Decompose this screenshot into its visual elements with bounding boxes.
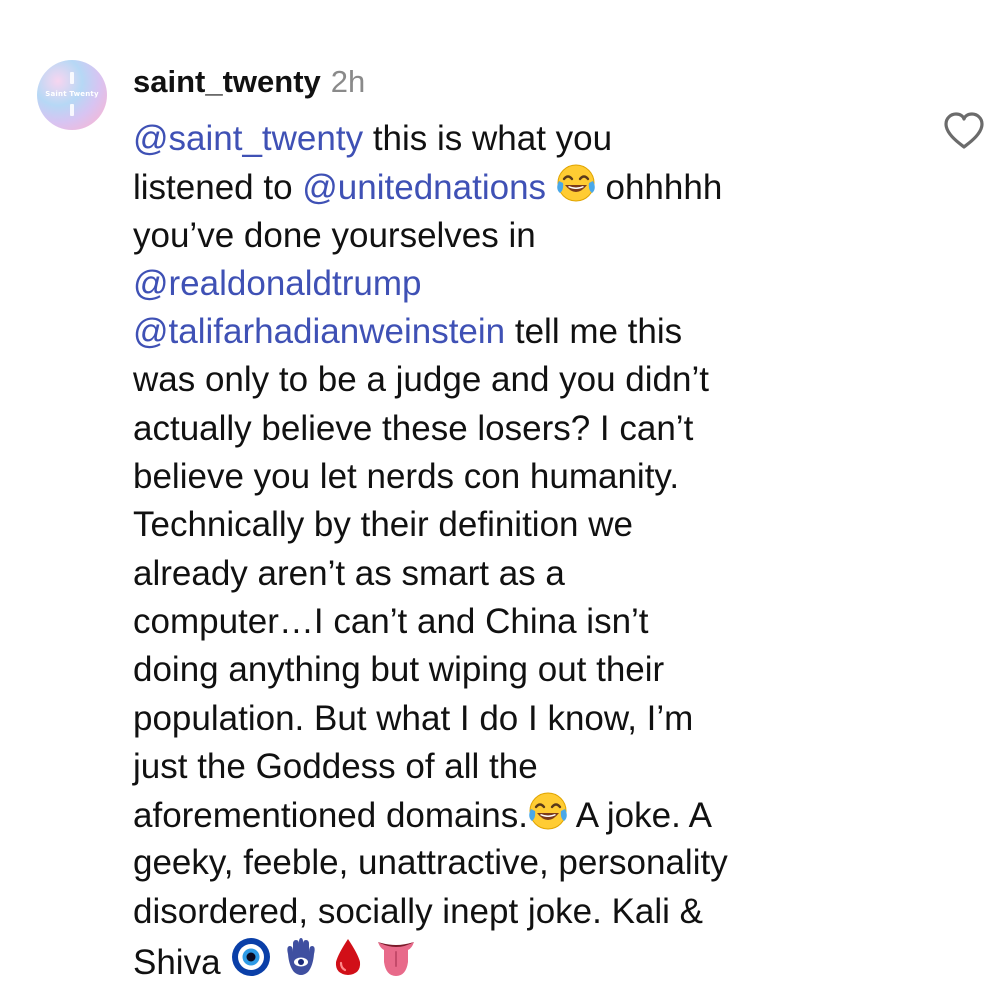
comment-text: you’ve done yourselves in: [133, 215, 536, 255]
comment-line: actually believe these losers? I can’t: [133, 405, 893, 453]
avatar-bar-top: [70, 72, 74, 84]
comment-line: listened to @unitednations ohhhhh: [133, 163, 893, 211]
comment-text: believe you let nerds con humanity.: [133, 457, 680, 497]
hamsa-icon: [287, 938, 315, 976]
comment-body: @saint_twenty this is what you listened …: [133, 115, 893, 984]
face-with-tears-of-joy-icon: [557, 164, 595, 202]
comment-text: disordered, socially inept joke. Kali &: [133, 891, 704, 931]
comment-line: aforementioned domains. A joke. A: [133, 791, 893, 839]
comment-text: geeky, feeble, unattractive, personality: [133, 843, 728, 883]
drop-of-blood-icon: [336, 939, 361, 976]
comment-line: geeky, feeble, unattractive, personality: [133, 839, 893, 887]
comment-line: computer…I can’t and China isn’t: [133, 598, 893, 646]
nazar-amulet-icon: [232, 938, 271, 977]
avatar-bar-bottom: [70, 104, 74, 116]
comment-line: @talifarhadianweinstein tell me this: [133, 308, 893, 356]
comment-text: A joke. A: [567, 796, 712, 836]
mention-link[interactable]: @realdonaldtrump: [133, 264, 421, 303]
mention-link[interactable]: @unitednations: [302, 168, 546, 207]
mention-link[interactable]: @saint_twenty: [133, 119, 363, 158]
comment-text: already aren’t as smart as a: [133, 553, 565, 593]
comment-line: @realdonaldtrump: [133, 260, 893, 308]
comment-text: Technically by their definition we: [133, 505, 633, 545]
timestamp: 2h: [330, 64, 366, 99]
comment-text: just the Goddess of all the: [133, 746, 538, 786]
comment-line: just the Goddess of all the: [133, 743, 893, 791]
comment-line: population. But what I do I know, I’m: [133, 695, 893, 743]
avatar[interactable]: Saint Twenty: [37, 60, 107, 130]
comment-text: doing anything but wiping out their: [133, 650, 665, 690]
tongue-icon: [378, 942, 415, 977]
comment: Saint Twenty saint_twenty 2h @saint_twent…: [0, 0, 986, 1004]
comment-text: computer…I can’t and China isn’t: [133, 601, 649, 641]
avatar-text: Saint Twenty: [45, 90, 99, 98]
comment-text: population. But what I do I know, I’m: [133, 698, 694, 738]
comment-text: actually believe these losers? I can’t: [133, 408, 694, 448]
comment-text: aforementioned domains.: [133, 796, 528, 836]
comment-line: doing anything but wiping out their: [133, 646, 893, 694]
heart-icon[interactable]: [942, 110, 986, 152]
comment-text: listened to: [133, 168, 303, 208]
comment-text: [546, 168, 556, 207]
comment-line: you’ve done yourselves in: [133, 212, 893, 260]
mention-link[interactable]: @talifarhadianweinstein: [133, 312, 505, 351]
comment-text: ohhhhh: [595, 168, 723, 208]
comment-line: @saint_twenty this is what you: [133, 115, 893, 163]
username[interactable]: saint_twenty: [133, 64, 321, 99]
comment-line: Shiva: [133, 936, 893, 984]
comment-line: believe you let nerds con humanity.: [133, 453, 893, 501]
comment-line: was only to be a judge and you didn’t: [133, 356, 893, 404]
comment-text: this is what you: [363, 119, 613, 158]
comment-line: Technically by their definition we: [133, 501, 893, 549]
comment-line: already aren’t as smart as a: [133, 550, 893, 598]
comment-header: saint_twenty 2h: [133, 60, 365, 104]
face-with-tears-of-joy-icon: [529, 792, 567, 830]
comment-text: was only to be a judge and you didn’t: [133, 360, 709, 400]
comment-line: disordered, socially inept joke. Kali &: [133, 888, 893, 936]
comment-text: Shiva: [133, 943, 231, 983]
comment-text: tell me this: [505, 312, 683, 352]
